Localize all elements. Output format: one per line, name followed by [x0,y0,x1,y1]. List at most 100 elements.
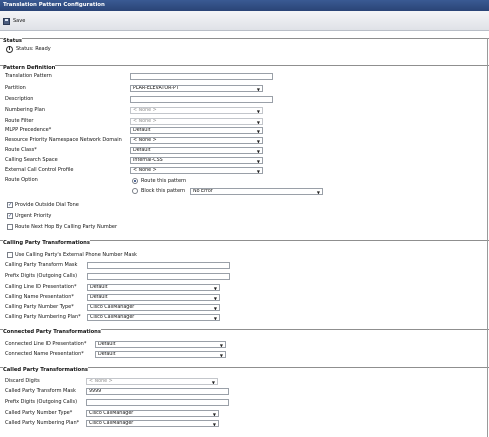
chevron-down-icon: ▼ [256,159,260,164]
calling-name-pres-label: Calling Name Presentation* [5,294,74,300]
rpn-label: Resource Priority Namespace Network Doma… [5,137,122,143]
chevron-down-icon: ▼ [211,380,215,385]
mlpp-value: Default [133,128,151,133]
numbering-plan-label: Numbering Plan [5,107,46,113]
required-marker: * [71,304,74,310]
route-this-radio[interactable] [132,178,138,184]
description-input[interactable] [130,96,273,103]
required-marker: * [71,294,74,300]
chevron-down-icon: ▼ [256,87,260,92]
route-filter-value: < None > [133,119,157,124]
calling-prefix-input[interactable] [87,273,230,280]
chevron-down-icon: ▼ [213,316,217,321]
route-class-select[interactable]: Default ▼ [130,147,263,154]
calling-transform-mask-input[interactable] [87,262,230,269]
urgent-checkbox[interactable]: ✓ [7,213,13,219]
outside-dial-checkbox[interactable]: ✓ [7,202,13,208]
connected-line-id-select[interactable]: Default ▼ [95,341,226,348]
calling-number-type-value: Cisco CallManager [90,305,135,310]
pattern-definition-section: Pattern Definition Translation Pattern P… [0,65,489,235]
block-this-label: Block this pattern [141,188,186,194]
chevron-down-icon: ▼ [219,343,223,348]
calling-prefix-label: Prefix Digits (Outgoing Calls) [5,273,78,279]
use-external-mask-checkbox[interactable] [7,252,13,258]
called-prefix-input[interactable] [86,399,229,406]
called-prefix-label: Prefix Digits (Outgoing Calls) [5,399,78,405]
calling-transform-mask-label: Calling Party Transform Mask [5,262,78,268]
chevron-down-icon: ▼ [256,139,260,144]
mlpp-select[interactable]: Default ▼ [130,127,263,134]
calling-name-pres-select[interactable]: Default ▼ [87,294,220,301]
numbering-plan-select: < None > ▼ [130,107,263,114]
block-reason-select[interactable]: No Error ▼ [190,188,323,195]
chevron-down-icon: ▼ [316,190,320,195]
called-number-type-select[interactable]: Cisco CallManager ▼ [86,410,219,417]
chevron-down-icon: ▼ [212,422,216,427]
window-title: Translation Pattern Configuration [0,0,489,11]
css-select[interactable]: Internal-CSS ▼ [130,157,263,164]
calling-numbering-plan-label: Calling Party Numbering Plan* [5,314,81,320]
calling-line-id-label: Calling Line ID Presentation* [5,284,76,290]
info-icon: i [6,46,13,53]
calling-name-pres-value: Default [90,295,108,300]
route-class-value: Default [133,148,151,153]
calling-numbering-plan-select[interactable]: Cisco CallManager ▼ [87,314,220,321]
route-class-label: Route Class* [5,147,37,153]
partition-label: Partition [5,85,26,91]
called-numbering-plan-select[interactable]: Cisco CallManager ▼ [86,420,219,427]
calling-number-type-label: Calling Party Number Type* [5,304,74,310]
calling-party-title: Calling Party Transformations [3,240,90,246]
route-class-label-text: Route Class [5,147,35,153]
connected-line-id-value: Default [98,342,116,347]
floppy-disk-icon [3,17,10,25]
discard-digits-value: < None > [89,379,113,384]
called-number-type-label-text: Called Party Number Type [5,410,70,416]
translation-pattern-input[interactable] [130,73,273,80]
discard-digits-select: < None > ▼ [86,378,218,385]
chevron-down-icon: ▼ [256,109,260,114]
calling-party-section: Calling Party Transformations Use Callin… [0,240,489,321]
next-hop-checkbox[interactable] [7,224,13,230]
connected-party-title: Connected Party Transformations [3,329,101,335]
required-marker: * [73,284,77,290]
status-text: Status: Ready [16,46,51,52]
ext-call-value: < None > [133,168,157,173]
save-label: Save [13,18,26,24]
chevron-down-icon: ▼ [256,169,260,174]
ext-call-select[interactable]: < None > ▼ [130,167,263,174]
block-this-radio[interactable] [132,188,138,194]
route-filter-label: Route Filter [5,118,34,124]
called-numbering-plan-label-text: Called Party Numbering Plan [5,420,77,426]
connected-line-id-label-text: Connected Line ID Presentation [5,341,84,347]
calling-number-type-label-text: Calling Party Number Type [5,304,72,310]
block-reason-value: No Error [193,189,213,194]
called-number-type-label: Called Party Number Type* [5,410,72,416]
connected-name-label-text: Connected Name Presentation [5,351,82,357]
rpn-select[interactable]: < None > ▼ [130,137,263,144]
required-marker: * [78,314,81,320]
next-hop-label: Route Next Hop By Calling Party Number [15,224,118,230]
connected-name-select[interactable]: Default ▼ [95,351,226,358]
numbering-plan-value: < None > [133,108,157,113]
connected-name-label: Connected Name Presentation* [5,351,84,357]
ext-call-label: External Call Control Profile [5,167,74,173]
status-title: Status [3,38,22,44]
route-option-label: Route Option [5,177,38,183]
urgent-label: Urgent Priority [15,213,52,219]
called-transform-mask-input[interactable]: 9999 [86,388,229,395]
calling-line-id-select[interactable]: Default ▼ [87,284,220,291]
required-marker: * [34,147,37,153]
calling-number-type-select[interactable]: Cisco CallManager ▼ [87,304,220,311]
mlpp-label: MLPP Precedence* [5,127,51,133]
partition-value: PLAR-ELEVATOR-PT [133,86,179,91]
save-button[interactable]: Save [3,16,25,26]
required-marker: * [69,410,73,416]
calling-numbering-plan-label-text: Calling Party Numbering Plan [5,314,79,320]
discard-digits-label: Discard Digits [5,378,40,384]
chevron-down-icon: ▼ [256,149,260,154]
use-external-mask-label: Use Calling Party's External Phone Numbe… [15,252,137,258]
required-marker: * [76,420,80,426]
chevron-down-icon: ▼ [256,120,260,125]
called-numbering-plan-label: Called Party Numbering Plan* [5,420,79,426]
partition-select[interactable]: PLAR-ELEVATOR-PT ▼ [130,85,263,92]
